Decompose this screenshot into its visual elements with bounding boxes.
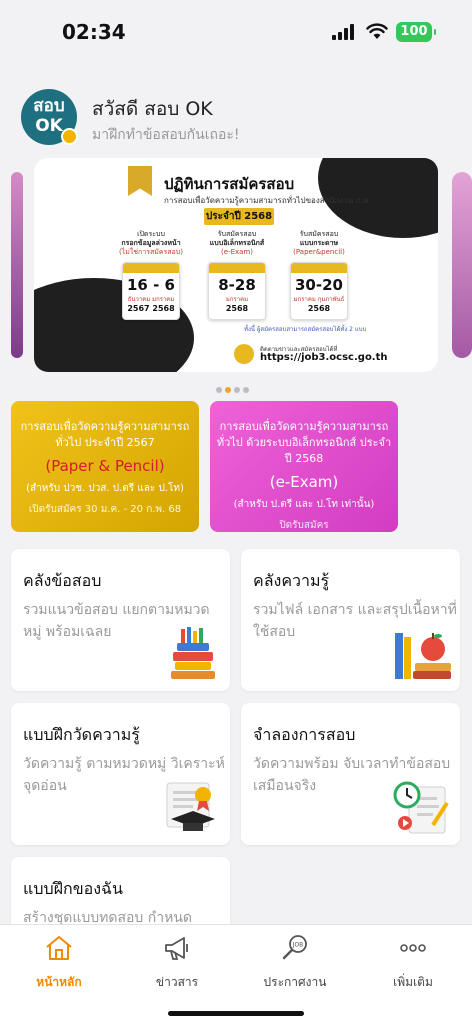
nav-label: ประกาศงาน <box>263 975 327 989</box>
card-knowledge-base[interactable]: คลังความรู้ รวมไฟล์ เอกสาร และสรุปเนื้อห… <box>241 549 460 691</box>
card-title: จำลองการสอบ <box>253 725 356 744</box>
calendar-month: มกราคม <box>225 296 249 303</box>
medal-icon <box>61 128 78 145</box>
page-dot[interactable] <box>243 387 249 393</box>
job-search-icon: JOB <box>282 935 307 960</box>
carousel-prev-slide[interactable] <box>11 172 23 358</box>
banner-column-header: รับสมัครสอบ แบบกระดาษ (Paper&pencil) <box>284 230 354 257</box>
card-title: คลังความรู้ <box>253 571 330 590</box>
column-head-line: แบบอิเล็กทรอนิกส์ <box>209 239 265 247</box>
column-head-note: (Paper&pencil) <box>293 248 345 256</box>
nav-jobs[interactable]: JOB ประกาศงาน <box>236 933 354 992</box>
banner-exam-calendar[interactable]: ปฏิทินการสมัครสอบ การสอบเพื่อวัดความรู้ค… <box>34 158 438 372</box>
megaphone-icon <box>165 937 188 960</box>
banner-subtitle: การสอบเพื่อวัดความรู้ความสามารถทั่วไปของ… <box>164 196 372 205</box>
banner-column-header: เปิดระบบ กรอกข้อมูลล่วงหน้า (ไม่ใช่การสม… <box>116 230 186 257</box>
page-dot-active[interactable] <box>225 387 231 393</box>
calendar-date-card: 8-28 มกราคม 2568 <box>208 262 266 320</box>
column-head-note: (ไม่ใช่การสมัครสอบ) <box>119 248 183 256</box>
calendar-date-card: 30-20 มกราคม กุมภาพันธ์ 2568 <box>290 262 348 320</box>
promo-heading: การสอบเพื่อวัดความรู้ความสามารถทั่วไป ปร… <box>20 420 190 449</box>
nav-label: ข่าวสาร <box>155 975 199 989</box>
carousel-next-slide[interactable] <box>452 172 472 358</box>
calendar-day: 8-28 <box>218 276 256 294</box>
bottom-navigation: หน้าหลัก ข่าวสาร JOB ประกาศงาน เพิ่มเติม <box>0 924 472 1024</box>
calendar-year: 2568 <box>307 304 331 313</box>
nav-label: หน้าหลัก <box>36 975 82 989</box>
status-time: 02:34 <box>62 20 126 44</box>
card-title: คลังข้อสอบ <box>23 571 102 590</box>
certificate-graduation-icon <box>166 782 215 831</box>
status-bar: 02:34 100 <box>0 0 472 62</box>
ribbon-icon <box>128 166 152 196</box>
calendar-day: 30-20 <box>295 276 343 294</box>
column-head-note: (e-Exam) <box>221 248 253 256</box>
card-knowledge-practice[interactable]: แบบฝึกวัดความรู้ วัดความรู้ ตามหมวดหมู่ … <box>11 703 230 845</box>
greeting-subtitle: มาฝึกทำข้อสอบกันเถอะ! <box>92 127 240 143</box>
clock-test-paper-icon <box>393 781 449 834</box>
promo-heading: การสอบเพื่อวัดความรู้ความสามารถทั่วไป ด้… <box>216 420 392 465</box>
column-head-line: เปิดระบบ <box>137 230 165 238</box>
nav-home[interactable]: หน้าหลัก <box>0 933 118 992</box>
promo-eligibility: (สำหรับ ปวช. ปวส. ป.ตรี และ ป.โท) <box>26 483 184 494</box>
nav-more[interactable]: เพิ่มเติม <box>354 933 472 992</box>
card-title: แบบฝึกวัดความรู้ <box>23 725 140 744</box>
column-head-line: แบบกระดาษ <box>299 239 339 247</box>
greeting-title: สวัสดี สอบ OK <box>92 98 213 120</box>
banner-url: https://job3.ocsc.go.th <box>260 352 388 363</box>
avatar-text-top: สอบ <box>33 96 65 116</box>
card-mock-exam[interactable]: จำลองการสอบ วัดความพร้อม จับเวลาทำข้อสอบ… <box>241 703 460 845</box>
nav-label: เพิ่มเติม <box>393 975 433 989</box>
column-head-line: กรอกข้อมูลล่วงหน้า <box>121 239 181 247</box>
carousel-pagination <box>216 378 252 393</box>
home-icon <box>46 936 72 960</box>
calendar-day: 16 - 6 <box>127 276 175 294</box>
column-head-line: รับสมัครสอบ <box>299 230 339 238</box>
books-stack-icon <box>171 627 215 679</box>
wifi-icon <box>366 23 388 39</box>
cellular-signal-icon <box>332 24 356 40</box>
nav-news[interactable]: ข่าวสาร <box>118 933 236 992</box>
ocsc-logo-icon <box>234 344 254 364</box>
promo-card-paper-pencil[interactable]: การสอบเพื่อวัดความรู้ความสามารถทั่วไป ปร… <box>11 401 199 532</box>
promo-mode: (Paper & Pencil) <box>45 457 165 475</box>
column-head-line: รับสมัครสอบ <box>217 230 257 238</box>
promo-mode: (e-Exam) <box>269 473 339 491</box>
banner-title: ปฏิทินการสมัครสอบ <box>164 175 295 193</box>
banner-year-badge: ประจำปี 2568 <box>204 208 274 225</box>
calendar-month: ธันวาคม มกราคม <box>127 296 175 303</box>
battery-icon: 100 <box>396 22 436 42</box>
calendar-year: 2567 2568 <box>127 304 175 313</box>
books-apple-icon <box>395 633 451 679</box>
more-icon <box>400 944 426 952</box>
page-dot[interactable] <box>216 387 222 393</box>
promo-date: ปิดรับสมัคร <box>279 520 329 531</box>
calendar-date-card: 16 - 6 ธันวาคม มกราคม 2567 2568 <box>122 262 180 320</box>
banner-note: ทั้งนี้ ผู้สมัครสอบสามารถสมัครสอบได้ทั้ง… <box>244 326 367 333</box>
banner-column-header: รับสมัครสอบ แบบอิเล็กทรอนิกส์ (e-Exam) <box>202 230 272 257</box>
calendar-year: 2568 <box>225 304 249 313</box>
page-dot[interactable] <box>234 387 240 393</box>
promo-eligibility: (สำหรับ ป.ตรี และ ป.โท เท่านั้น) <box>233 499 375 510</box>
card-title: แบบฝึกของฉัน <box>23 879 123 898</box>
promo-date: เปิดรับสมัคร 30 ม.ค. - 20 ก.พ. 68 <box>28 504 182 515</box>
promo-card-e-exam[interactable]: การสอบเพื่อวัดความรู้ความสามารถทั่วไป ด้… <box>210 401 398 532</box>
svg-text:JOB: JOB <box>292 942 304 949</box>
card-exam-bank[interactable]: คลังข้อสอบ รวมแนวข้อสอบ แยกตามหมวดหมู่ พ… <box>11 549 230 691</box>
home-indicator[interactable] <box>168 1011 304 1016</box>
calendar-month: มกราคม กุมภาพันธ์ <box>293 296 345 303</box>
